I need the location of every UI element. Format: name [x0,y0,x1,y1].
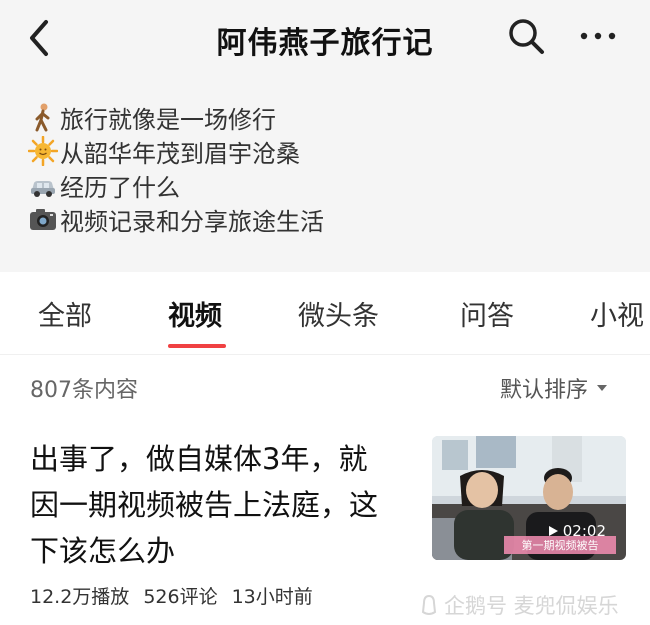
comment-count: 526评论 [143,586,218,608]
bio-line: 经历了什么 [28,168,628,202]
tab-micro-headline[interactable]: 微头条 [298,294,379,333]
tab-short-video[interactable]: 小视 [590,294,644,333]
bio-text: 视频记录和分享旅途生活 [60,207,324,236]
bio-line: 旅行就像是一场修行 [28,100,628,134]
content-count: 807条内容 [30,378,138,403]
page-title: 阿伟燕子旅行记 [216,26,434,61]
article-meta: 12.2万播放 526评论 13小时前 [30,582,313,609]
bio-line: 从韶华年茂到眉宇沧桑 [28,134,628,168]
video-duration: 02:02 [547,522,606,540]
penguin-icon [421,594,437,615]
camera-icon [30,209,56,230]
bio-text: 旅行就像是一场修行 [60,105,276,134]
play-count: 12.2万播放 [30,586,130,608]
divider [0,354,650,355]
tab-qa[interactable]: 问答 [460,294,514,333]
tab-bar: 全部 视频 微头条 问答 小视 [0,272,650,348]
walking-person-icon [35,103,50,132]
tab-video[interactable]: 视频 [168,294,222,333]
search-icon[interactable] [506,16,546,56]
title-line: 出事了，做自媒体3年，就 [30,442,368,476]
sort-label: 默认排序 [500,378,589,403]
caret-down-icon [597,385,608,391]
title-line: 下该怎么办 [30,534,176,568]
bio-text: 从韶华年茂到眉宇沧桑 [60,139,300,168]
car-icon [31,181,55,197]
thumbnail-caption: 第一期视频被告 [522,538,599,552]
watermark: 企鹅号 麦兜侃娱乐 [420,590,619,620]
duration-text: 02:02 [562,522,606,540]
tab-all[interactable]: 全部 [38,294,92,333]
video-thumbnail[interactable]: 第一期视频被告 02:02 [432,436,626,560]
publish-time: 13小时前 [231,586,313,608]
bio-text: 经历了什么 [60,173,180,202]
article-title[interactable]: 出事了，做自媒体3年，就 因一期视频被告上法庭，这 下该怎么办 [30,436,390,574]
bio-line: 视频记录和分享旅途生活 [28,202,628,236]
watermark-text: 企鹅号 麦兜侃娱乐 [444,594,619,618]
profile-bio: 旅行就像是一场修行 从韶华年茂到眉宇沧桑 经历了什么 视频记录和分享旅途生活 [28,100,628,236]
top-bar: 阿伟燕子旅行记 [0,0,650,78]
sort-dropdown[interactable]: 默认排序 [500,372,608,404]
title-line: 因一期视频被告上法庭，这 [30,488,379,522]
thumbnail-image: 第一期视频被告 [432,436,626,560]
play-icon [548,526,558,536]
active-tab-indicator [168,344,226,348]
sun-icon [28,136,58,166]
more-dots-icon[interactable] [576,18,620,54]
